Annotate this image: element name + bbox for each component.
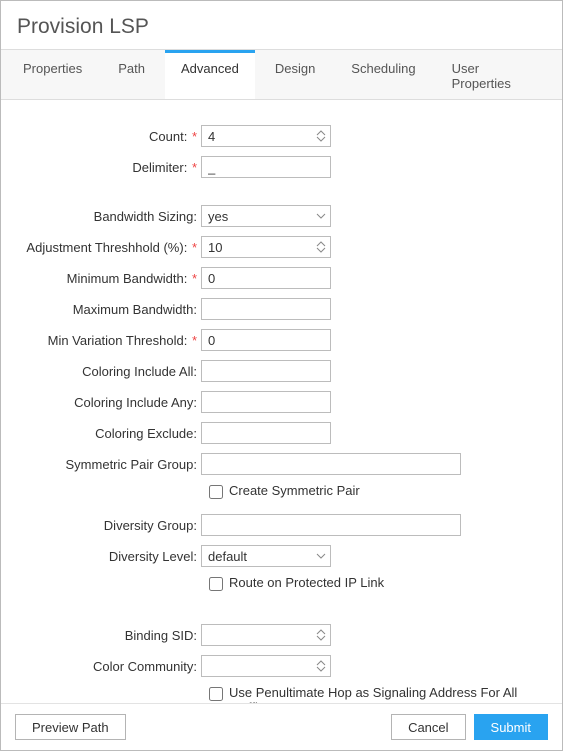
- min-bw-label: Minimum Bandwidth: *: [21, 271, 201, 286]
- bandwidth-sizing-select[interactable]: yes: [201, 205, 331, 227]
- max-bw-input[interactable]: [201, 298, 331, 320]
- chevron-down-icon: [316, 666, 326, 672]
- tab-user-properties[interactable]: User Properties: [436, 50, 552, 99]
- color-community-label: Color Community:: [21, 659, 201, 674]
- col-incl-all-label: Coloring Include All:: [21, 364, 201, 379]
- col-excl-input[interactable]: [201, 422, 331, 444]
- route-protected-checkbox[interactable]: [209, 577, 223, 591]
- tab-advanced[interactable]: Advanced: [165, 50, 255, 99]
- route-protected-label: Route on Protected IP Link: [229, 575, 384, 590]
- required-marker: *: [192, 333, 197, 348]
- provision-lsp-dialog: Provision LSP Properties Path Advanced D…: [0, 0, 563, 751]
- col-incl-any-label: Coloring Include Any:: [21, 395, 201, 410]
- tab-design[interactable]: Design: [259, 50, 331, 99]
- required-marker: *: [192, 160, 197, 175]
- sym-pair-group-label: Symmetric Pair Group:: [21, 457, 201, 472]
- min-var-input[interactable]: [201, 329, 331, 351]
- delimiter-input[interactable]: [201, 156, 331, 178]
- div-group-label: Diversity Group:: [21, 518, 201, 533]
- dialog-title: Provision LSP: [1, 1, 562, 49]
- tab-scheduling[interactable]: Scheduling: [335, 50, 431, 99]
- cancel-button[interactable]: Cancel: [391, 714, 465, 740]
- min-bw-input[interactable]: [201, 267, 331, 289]
- bandwidth-sizing-label: Bandwidth Sizing:: [21, 209, 201, 224]
- create-sym-pair-checkbox[interactable]: [209, 485, 223, 499]
- tab-bar: Properties Path Advanced Design Scheduli…: [1, 49, 562, 100]
- use-penultimate-label: Use Penultimate Hop as Signaling Address…: [229, 685, 529, 703]
- form-area: Count: * Delimiter: * Bandwidth Sizing: …: [1, 100, 562, 703]
- div-level-select[interactable]: default: [201, 545, 331, 567]
- required-marker: *: [192, 271, 197, 286]
- div-group-input[interactable]: [201, 514, 461, 536]
- col-incl-any-input[interactable]: [201, 391, 331, 413]
- color-community-input[interactable]: [201, 655, 331, 677]
- binding-sid-input[interactable]: [201, 624, 331, 646]
- max-bw-label: Maximum Bandwidth:: [21, 302, 201, 317]
- dialog-footer: Preview Path Cancel Submit: [1, 703, 562, 750]
- tab-properties[interactable]: Properties: [7, 50, 98, 99]
- binding-sid-spinner[interactable]: [314, 624, 328, 646]
- binding-sid-label: Binding SID:: [21, 628, 201, 643]
- chevron-down-icon: [316, 247, 326, 253]
- use-penultimate-checkbox[interactable]: [209, 687, 223, 701]
- required-marker: *: [192, 129, 197, 144]
- col-excl-label: Coloring Exclude:: [21, 426, 201, 441]
- delimiter-label: Delimiter: *: [21, 160, 201, 175]
- div-level-label: Diversity Level:: [21, 549, 201, 564]
- tab-path[interactable]: Path: [102, 50, 161, 99]
- count-input[interactable]: [201, 125, 331, 147]
- create-sym-pair-label: Create Symmetric Pair: [229, 483, 360, 498]
- chevron-down-icon: [316, 136, 326, 142]
- chevron-down-icon: [316, 635, 326, 641]
- color-community-spinner[interactable]: [314, 655, 328, 677]
- sym-pair-group-input[interactable]: [201, 453, 461, 475]
- required-marker: *: [192, 240, 197, 255]
- col-incl-all-input[interactable]: [201, 360, 331, 382]
- adj-threshold-label: Adjustment Threshhold (%): *: [21, 240, 201, 255]
- min-var-label: Min Variation Threshold: *: [21, 333, 201, 348]
- preview-path-button[interactable]: Preview Path: [15, 714, 126, 740]
- count-spinner[interactable]: [314, 125, 328, 147]
- count-label: Count: *: [21, 129, 201, 144]
- submit-button[interactable]: Submit: [474, 714, 548, 740]
- adj-threshold-spinner[interactable]: [314, 236, 328, 258]
- adj-threshold-input[interactable]: [201, 236, 331, 258]
